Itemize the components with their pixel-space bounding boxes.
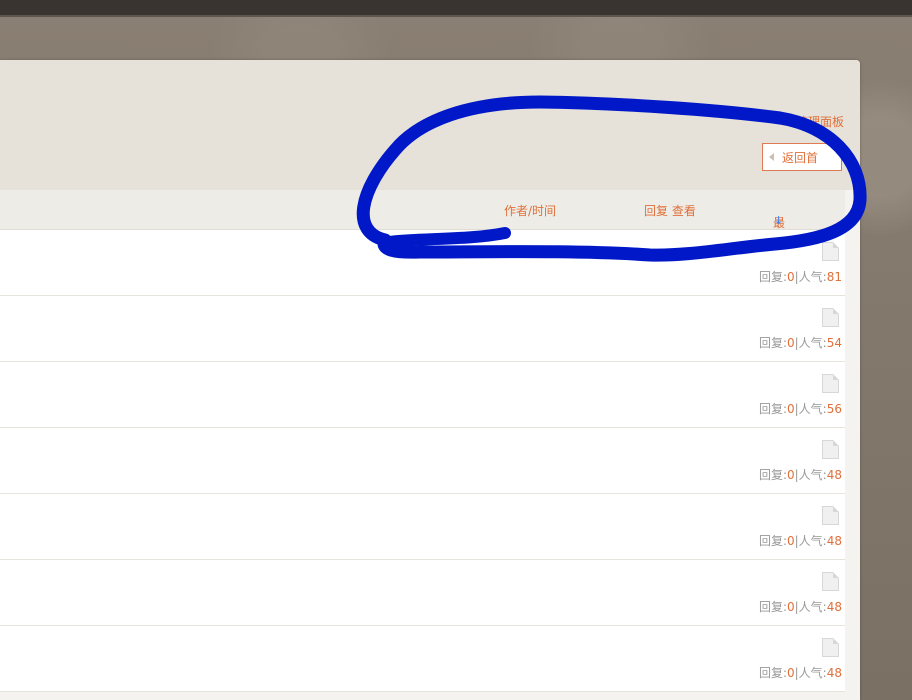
table-row[interactable]: 回复:0|人气:48 — [0, 626, 845, 692]
forum-header: 管理面板 返回首 — [0, 60, 860, 190]
back-home-label: 返回首 — [782, 150, 819, 165]
table-row[interactable]: 回复:0|人气:81 — [0, 230, 845, 296]
reply-label: 回复: — [758, 666, 787, 680]
views-count: 56 — [826, 402, 842, 416]
document-icon — [822, 506, 839, 525]
views-count: 54 — [826, 336, 842, 350]
document-icon — [822, 242, 839, 261]
row-stats: 回复:0|人气:81 — [759, 268, 842, 285]
admin-panel-link[interactable]: 管理面板 — [796, 113, 844, 130]
views-count: 81 — [826, 270, 842, 284]
table-row[interactable]: 回复:0|人气:48 — [0, 560, 845, 626]
row-stats: 回复:0|人气:56 — [759, 400, 842, 417]
column-author-time[interactable]: 作者/时间 — [504, 202, 556, 219]
reply-count: 0 — [786, 336, 795, 350]
views-label: 人气: — [798, 336, 827, 350]
table-row[interactable]: 回复:0|人气:48 — [0, 428, 845, 494]
views-label: 人气: — [798, 468, 827, 482]
views-count: 48 — [826, 666, 842, 680]
reply-label: 回复: — [758, 468, 787, 482]
document-icon — [822, 440, 839, 459]
views-label: 人气: — [798, 666, 827, 680]
thread-list: 回复:0|人气:81 回复:0|人气:54 回复:0|人气:56 回复:0|人气:48… — [0, 230, 845, 692]
row-stats: 回复:0|人气:48 — [759, 598, 842, 615]
sort-down-icon: ↓ — [774, 214, 784, 227]
views-count: 48 — [826, 468, 842, 482]
reply-count: 0 — [786, 468, 795, 482]
document-icon — [822, 374, 839, 393]
reply-label: 回复: — [758, 534, 787, 548]
document-icon — [822, 308, 839, 327]
top-bar — [0, 0, 912, 17]
document-icon — [822, 572, 839, 591]
forum-panel: 管理面板 返回首 作者/时间 回复 查看 最后发表↓ 回复:0|人气:81回复:… — [0, 60, 860, 700]
table-row[interactable]: 回复:0|人气:48 — [0, 494, 845, 560]
column-reply-view[interactable]: 回复 查看 — [644, 202, 696, 219]
reply-count: 0 — [786, 534, 795, 548]
row-stats: 回复:0|人气:48 — [759, 664, 842, 681]
document-icon — [822, 638, 839, 657]
reply-count: 0 — [786, 402, 795, 416]
reply-label: 回复: — [758, 270, 787, 284]
row-stats: 回复:0|人气:48 — [759, 532, 842, 549]
table-row[interactable]: 回复:0|人气:54 — [0, 296, 845, 362]
caret-left-icon — [769, 153, 774, 161]
views-label: 人气: — [798, 270, 827, 284]
table-row[interactable]: 回复:0|人气:56 — [0, 362, 845, 428]
reply-count: 0 — [786, 270, 795, 284]
views-label: 人气: — [798, 600, 827, 614]
row-stats: 回复:0|人气:48 — [759, 466, 842, 483]
reply-count: 0 — [786, 666, 795, 680]
reply-label: 回复: — [758, 336, 787, 350]
views-count: 48 — [826, 600, 842, 614]
views-label: 人气: — [798, 402, 827, 416]
reply-label: 回复: — [758, 402, 787, 416]
views-count: 48 — [826, 534, 842, 548]
reply-label: 回复: — [758, 600, 787, 614]
views-label: 人气: — [798, 534, 827, 548]
back-home-button[interactable]: 返回首 — [762, 143, 842, 171]
reply-count: 0 — [786, 600, 795, 614]
row-stats: 回复:0|人气:54 — [759, 334, 842, 351]
thread-list-header: 作者/时间 回复 查看 最后发表↓ — [0, 190, 845, 281]
